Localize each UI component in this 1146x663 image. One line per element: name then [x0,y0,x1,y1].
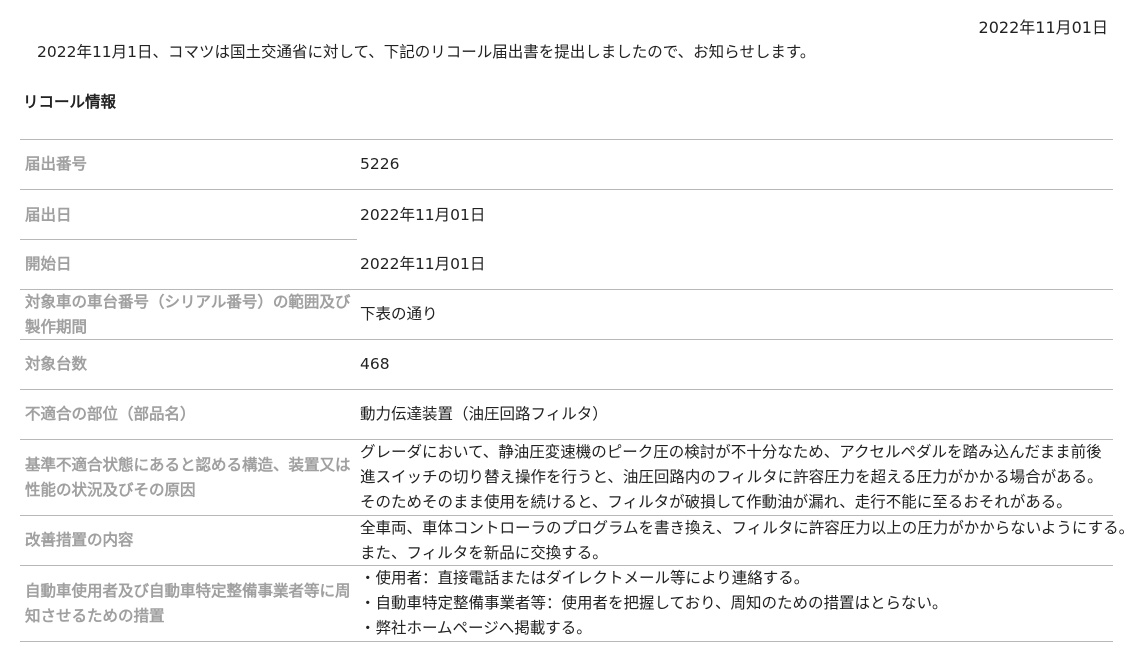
row-label: 対象台数 [25,355,88,373]
row-value-line: 2022年11月01日 [360,255,486,273]
row-value: ・使用者：直接電話またはダイレクトメール等により連絡する。 ・自動車特定整備事業… [357,566,1113,641]
row-value: 5226 [357,140,1113,189]
row-value-line: 2022年11月01日 [360,205,486,224]
row-label: 届出番号 [25,155,88,173]
row-label: 届出日 [25,205,72,224]
intro-text: 2022年11月1日、コマツは国土交通省に対して、下記のリコール届出書を提出しま… [37,43,816,61]
row-label: 基準不適合状態にあると認める構造、装置又は性能の状況及びその原因 [25,455,351,499]
row-value: 468 [357,340,1113,389]
table-row: 基準不適合状態にあると認める構造、装置又は性能の状況及びその原因 グレーダにおい… [20,440,1113,516]
row-value-line: ・使用者：直接電話またはダイレクトメール等により連絡する。 [360,569,810,587]
row-value: グレーダにおいて、静油圧変速機のピーク圧の検討が不十分なため、アクセルペダルを踏… [357,440,1113,515]
row-value-line: ・弊社ホームページへ掲載する。 [360,619,592,637]
row-label: 自動車使用者及び自動車特定整備事業者等に周知させるための措置 [25,581,351,625]
table-row: 届出番号 5226 [20,140,1113,190]
publish-date: 2022年11月01日 [978,18,1108,37]
row-label: 開始日 [25,255,72,273]
row-value-line: また、フィルタを新品に交換する。 [360,543,608,562]
row-value-line: 動力伝達装置（油圧回路フィルタ） [360,405,608,423]
row-value: 下表の通り [357,290,1113,339]
recall-info-table: 届出番号 5226 届出日 2022年11月01日 開始日 2022年11月01… [20,139,1134,642]
row-value: 全車両、車体コントローラのプログラムを書き換え、フィルタに許容圧力以上の圧力がか… [357,516,1134,565]
row-label: 対象車の車台番号（シリアル番号）の範囲及び製作期間 [25,292,351,336]
row-value: 2022年11月01日 [357,190,1113,240]
row-value: 動力伝達装置（油圧回路フィルタ） [357,390,1113,439]
row-value-line: そのためそのまま使用を続けると、フィルタが破損して作動油が漏れ、走行不能に至るお… [360,493,1072,511]
row-label: 不適合の部位（部品名） [25,405,196,423]
section-title: リコール情報 [23,93,117,111]
row-value-line: 5226 [360,155,400,173]
row-value-line: 468 [360,355,390,373]
row-value-line: グレーダにおいて、静油圧変速機のピーク圧の検討が不十分なため、アクセルペダルを踏… [360,443,1102,461]
row-value-line: 進スイッチの切り替え操作を行うと、油圧回路内のフィルタに許容圧力を超える圧力がか… [360,468,1103,486]
table-row: 対象車の車台番号（シリアル番号）の範囲及び製作期間 下表の通り [20,290,1113,340]
table-row: 改善措置の内容 全車両、車体コントローラのプログラムを書き換え、フィルタに許容圧… [20,516,1134,566]
table-row: 開始日 2022年11月01日 [20,240,1113,290]
row-value-line: ・自動車特定整備事業者等：使用者を把握しており、周知のための措置はとらない。 [360,594,948,612]
row-value-line: 下表の通り [360,305,438,323]
table-row: 届出日 2022年11月01日 [20,190,1113,240]
table-row: 対象台数 468 [20,340,1113,390]
table-row: 不適合の部位（部品名） 動力伝達装置（油圧回路フィルタ） [20,390,1113,440]
row-value: 2022年11月01日 [357,240,1113,289]
row-value-line: 全車両、車体コントローラのプログラムを書き換え、フィルタに許容圧力以上の圧力がか… [360,518,1135,537]
row-label: 改善措置の内容 [25,531,134,549]
table-row: 自動車使用者及び自動車特定整備事業者等に周知させるための措置 ・使用者：直接電話… [20,566,1113,642]
